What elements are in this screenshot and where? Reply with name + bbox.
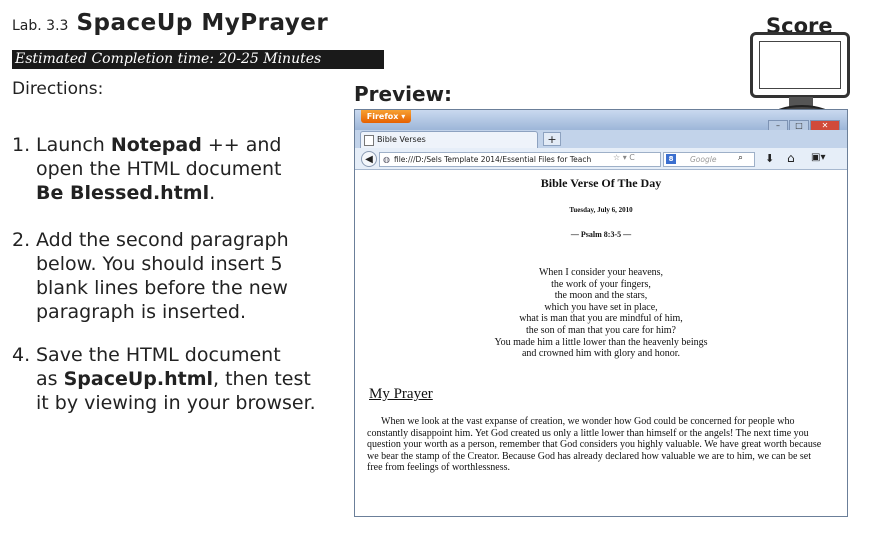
- page-icon: [364, 135, 374, 146]
- globe-icon: ◍: [383, 155, 390, 164]
- download-icon[interactable]: ⬇: [765, 152, 774, 165]
- step-text: blank lines before the new: [36, 277, 288, 299]
- step-keyword: SpaceUp.html: [63, 368, 214, 390]
- verse-line: You made him a little lower than the hea…: [494, 336, 708, 348]
- step-text: it by viewing in your browser.: [36, 392, 316, 414]
- new-tab-button[interactable]: +: [543, 132, 561, 146]
- step-text: Launch: [36, 134, 111, 156]
- lab-title: Lab. 3.3 SpaceUp MyPrayer: [12, 10, 328, 36]
- step-text: paragraph is inserted.: [36, 301, 246, 323]
- firefox-menu-label: Firefox: [366, 112, 399, 121]
- lab-name: SpaceUp MyPrayer: [76, 10, 329, 36]
- menu-icon[interactable]: ▣▾: [811, 152, 825, 163]
- url-controls-icon[interactable]: ☆ ▾ C: [613, 153, 635, 162]
- search-engine-icon[interactable]: 8: [666, 154, 676, 164]
- step-keyword: Notepad: [110, 134, 202, 156]
- page-content: Bible Verse Of The Day Tuesday, July 6, …: [355, 170, 847, 516]
- preview-label: Preview:: [354, 82, 453, 106]
- completion-time-banner: Estimated Completion time: 20-25 Minutes: [12, 50, 384, 69]
- verse-line: the son of man that you care for him?: [526, 324, 676, 336]
- verse-line: When I consider your heavens,: [538, 267, 664, 278]
- score-monitor-icon: [750, 32, 850, 98]
- verse-line: the moon and the stars,: [554, 290, 648, 302]
- step-1: 1. Launch Notepad ++ and open the HTML do…: [12, 133, 332, 205]
- step-text: as: [36, 368, 64, 390]
- prayer-heading: My Prayer: [369, 386, 433, 402]
- step-number: 1.: [12, 134, 31, 156]
- directions-label: Directions:: [12, 79, 104, 99]
- verse-line: and crowned him with glory and honor.: [521, 348, 681, 360]
- step-4: 4. Save the HTML document as SpaceUp.html…: [12, 343, 332, 415]
- step-number: 4.: [12, 344, 31, 366]
- verse-date: Tuesday, July 6, 2010: [569, 206, 633, 214]
- step-text: .: [209, 182, 216, 204]
- browser-window: Firefox ▾ – □ ✕ Bible Verses + ◀ file:///D…: [354, 109, 848, 517]
- back-arrow-icon[interactable]: ◀: [361, 151, 377, 167]
- tab-label: Bible Verses: [377, 135, 426, 144]
- step-text: , then test: [213, 368, 311, 390]
- step-text: Save the HTML document: [36, 344, 281, 366]
- search-icon[interactable]: ⌕: [738, 153, 743, 163]
- home-icon[interactable]: ⌂: [787, 151, 795, 165]
- step-text: below. You should insert 5: [36, 253, 283, 275]
- step-2: 2. Add the second paragraph below. You sh…: [12, 228, 332, 324]
- prayer-paragraph: When we look at the vast expanse of crea…: [367, 416, 822, 473]
- step-text: ++ and: [201, 134, 282, 156]
- verse-line: which you have set in place,: [544, 301, 658, 313]
- tab-bible-verses[interactable]: Bible Verses: [360, 131, 538, 148]
- verse-text: When I consider your heavens, the work o…: [355, 267, 847, 360]
- step-text: open the HTML document: [36, 158, 282, 180]
- verse-heading: Bible Verse Of The Day: [540, 176, 662, 190]
- verse-line: the work of your fingers,: [551, 278, 651, 290]
- lab-number: Lab. 3.3: [12, 18, 69, 34]
- step-text: Add the second paragraph: [36, 229, 289, 251]
- firefox-menu-button[interactable]: Firefox ▾: [361, 110, 411, 123]
- step-number: 2.: [12, 229, 31, 251]
- verse-reference: — Psalm 8:3-5 —: [570, 230, 632, 239]
- step-keyword: Be Blessed.html: [36, 182, 210, 204]
- verse-line: what is man that you are mindful of him,: [519, 313, 683, 325]
- window-controls: – □ ✕: [767, 113, 840, 133]
